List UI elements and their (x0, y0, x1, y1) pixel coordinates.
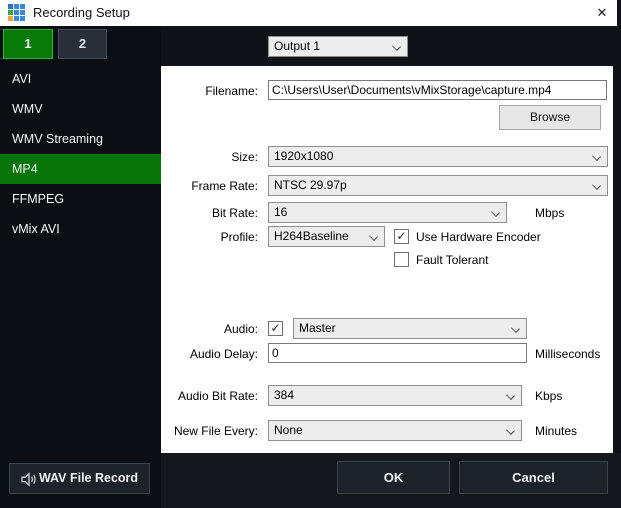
new-file-every-unit: Minutes (535, 424, 577, 438)
output-select-value: Output 1 (274, 39, 320, 53)
recording-setup-window: Recording Setup ✕ 1 2 Output 1 AVI WMV W… (0, 0, 621, 508)
frame-rate-label: Frame Rate: (164, 179, 258, 193)
size-select-value: 1920x1080 (274, 149, 333, 163)
bit-rate-select-value: 16 (274, 205, 287, 219)
size-label: Size: (164, 150, 258, 164)
audio-delay-input[interactable] (268, 343, 527, 363)
cancel-button[interactable]: Cancel (459, 461, 608, 494)
audio-bit-rate-label: Audio Bit Rate: (164, 389, 258, 403)
profile-select-value: H264Baseline (274, 229, 349, 243)
chevron-down-icon (511, 324, 520, 333)
profile-label: Profile: (164, 230, 258, 244)
window-title: Recording Setup (33, 5, 130, 20)
speaker-icon (21, 472, 38, 487)
wav-file-record-button[interactable]: WAV File Record (9, 463, 150, 494)
audio-bit-rate-select-value: 384 (274, 388, 294, 402)
audio-source-select-value: Master (299, 321, 336, 335)
filename-label: Filename: (164, 84, 258, 98)
profile-select[interactable]: H264Baseline (268, 226, 385, 247)
chevron-down-icon (491, 208, 500, 217)
audio-bit-rate-select[interactable]: 384 (268, 385, 522, 406)
audio-bit-rate-unit: Kbps (535, 389, 562, 403)
frame-rate-select-value: NTSC 29.97p (274, 178, 347, 192)
filename-input[interactable] (268, 80, 607, 100)
bit-rate-select[interactable]: 16 (268, 202, 507, 223)
chevron-down-icon (369, 232, 378, 241)
use-hardware-encoder-checkbox[interactable]: ✓ (394, 229, 409, 244)
sidebar-item-avi[interactable]: AVI (0, 64, 161, 94)
titlebar: Recording Setup ✕ (0, 0, 617, 26)
sidebar-item-mp4[interactable]: MP4 (0, 154, 161, 184)
close-icon[interactable]: ✕ (591, 4, 613, 22)
fault-tolerant-label: Fault Tolerant (416, 253, 489, 267)
browse-button[interactable]: Browse (499, 105, 601, 130)
bit-rate-label: Bit Rate: (164, 206, 258, 220)
frame-rate-select[interactable]: NTSC 29.97p (268, 175, 608, 196)
sidebar-item-wmv[interactable]: WMV (0, 94, 161, 124)
new-file-every-label: New File Every: (164, 424, 258, 438)
audio-delay-label: Audio Delay: (164, 347, 258, 361)
chevron-down-icon (506, 426, 515, 435)
size-select[interactable]: 1920x1080 (268, 146, 608, 167)
ok-button[interactable]: OK (337, 461, 450, 494)
sidebar-item-vmix-avi[interactable]: vMix AVI (0, 214, 161, 244)
checkmark-icon: ✓ (395, 230, 408, 243)
tab-output-1[interactable]: 1 (3, 29, 53, 59)
sidebar-item-wmv-streaming[interactable]: WMV Streaming (0, 124, 161, 154)
new-file-every-select-value: None (274, 423, 303, 437)
fault-tolerant-checkbox[interactable] (394, 252, 409, 267)
bit-rate-unit: Mbps (535, 206, 564, 220)
chevron-down-icon (592, 181, 601, 190)
output-select[interactable]: Output 1 (268, 36, 408, 57)
wav-file-record-label: WAV File Record (39, 471, 138, 485)
audio-delay-unit: Milliseconds (535, 347, 600, 361)
audio-source-select[interactable]: Master (293, 318, 527, 339)
use-hardware-encoder-label: Use Hardware Encoder (416, 230, 541, 244)
chevron-down-icon (506, 391, 515, 400)
tab-output-2[interactable]: 2 (58, 29, 107, 59)
checkmark-icon: ✓ (269, 322, 282, 335)
new-file-every-select[interactable]: None (268, 420, 522, 441)
chevron-down-icon (592, 152, 601, 161)
chevron-down-icon (392, 42, 401, 51)
audio-label: Audio: (164, 322, 258, 336)
sidebar-item-ffmpeg[interactable]: FFMPEG (0, 184, 161, 214)
audio-checkbox[interactable]: ✓ (268, 321, 283, 336)
app-icon (8, 4, 26, 22)
